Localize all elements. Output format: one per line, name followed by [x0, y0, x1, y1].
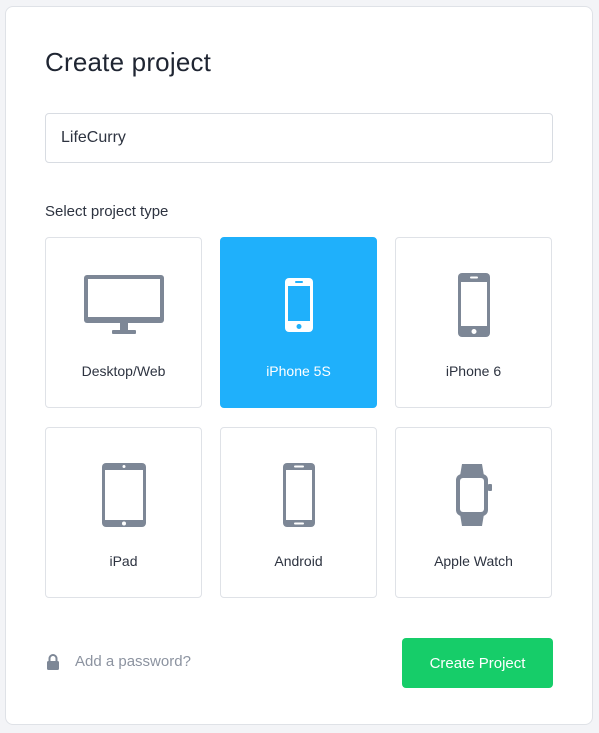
desktop-monitor-icon: [46, 272, 201, 338]
create-project-dialog: Create project Select project type Deskt…: [5, 6, 593, 725]
project-type-label: Select project type: [45, 203, 169, 220]
project-name-input[interactable]: [45, 113, 553, 163]
add-password-link[interactable]: Add a password?: [75, 653, 191, 670]
project-type-apple-watch[interactable]: Apple Watch: [395, 427, 552, 598]
tile-label: iPad: [109, 553, 138, 569]
project-type-desktop-web[interactable]: Desktop/Web: [45, 237, 202, 408]
project-type-iphone-6[interactable]: iPhone 6: [395, 237, 552, 408]
dialog-title: Create project: [45, 47, 212, 77]
tile-label: Desktop/Web: [81, 363, 166, 379]
iphone-6-icon: [396, 272, 551, 338]
apple-watch-icon: [396, 462, 551, 528]
ipad-icon: [46, 462, 201, 528]
android-phone-icon: [221, 462, 376, 528]
lock-icon: [46, 653, 60, 671]
create-project-button[interactable]: Create Project: [402, 638, 553, 688]
iphone-5s-icon: [221, 272, 376, 338]
tile-label: Android: [274, 553, 323, 569]
project-type-ipad[interactable]: iPad: [45, 427, 202, 598]
tile-label: Apple Watch: [434, 553, 513, 569]
project-type-android[interactable]: Android: [220, 427, 377, 598]
tile-label: iPhone 5S: [266, 363, 331, 379]
project-type-iphone-5s[interactable]: iPhone 5S: [220, 237, 377, 408]
tile-label: iPhone 6: [445, 363, 502, 379]
